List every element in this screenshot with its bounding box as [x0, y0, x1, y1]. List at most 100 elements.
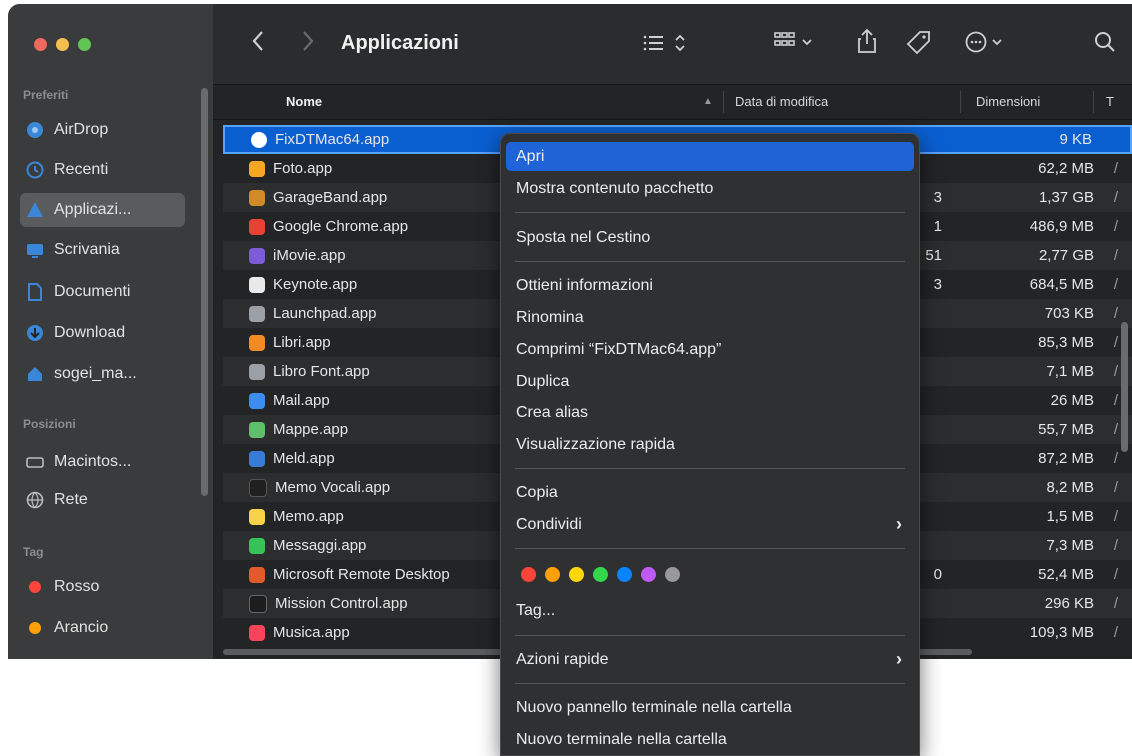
tag-red-dot[interactable] — [521, 567, 536, 582]
column-header-date[interactable]: Data di modifica — [735, 94, 828, 109]
menu-item-get-info[interactable]: Ottieni informazioni — [506, 271, 914, 300]
tag-button[interactable] — [906, 30, 932, 60]
chevron-right-icon: › — [896, 649, 902, 669]
group-view-button[interactable] — [773, 30, 821, 60]
chevron-right-icon — [303, 31, 314, 51]
music-app-icon — [249, 624, 265, 641]
menu-item-label: Condividi — [516, 515, 582, 533]
sidebar-item-macintosh[interactable]: Macintos... — [20, 445, 185, 479]
window-controls — [34, 38, 91, 51]
orange-tag-dot-icon — [26, 619, 44, 637]
file-kind-truncated: / — [1113, 450, 1118, 467]
toolbar: Applicazioni — [213, 4, 1132, 85]
menu-item-tags[interactable]: Tag... — [506, 596, 914, 625]
menu-item-compress[interactable]: Comprimi “FixDTMac64.app” — [506, 335, 914, 364]
books-app-icon — [249, 334, 265, 351]
sidebar-item-label: Arancio — [54, 619, 109, 636]
column-divider[interactable] — [723, 91, 724, 113]
sidebar-item-home[interactable]: sogei_ma... — [20, 357, 185, 391]
file-size: 52,4 MB — [1038, 566, 1094, 583]
sidebar-item-tag-rosso[interactable]: Rosso — [20, 570, 185, 604]
search-button[interactable] — [1093, 30, 1117, 60]
sidebar-item-label: Applicazi... — [54, 201, 132, 218]
sidebar-item-label: AirDrop — [54, 121, 109, 138]
file-kind-truncated: / — [1113, 595, 1118, 612]
file-kind-truncated: / — [1113, 508, 1118, 525]
column-divider[interactable] — [1093, 91, 1094, 113]
tag-yellow-dot[interactable] — [569, 567, 584, 582]
chrome-app-icon — [249, 218, 265, 235]
sort-up-icon: ▲ — [703, 96, 713, 107]
sidebar-item-download[interactable]: Download — [20, 316, 185, 350]
document-icon — [26, 283, 44, 301]
sidebar-item-label: Recenti — [54, 161, 109, 178]
file-size: 87,2 MB — [1038, 450, 1094, 467]
maps-app-icon — [249, 421, 265, 438]
tag-purple-dot[interactable] — [641, 567, 656, 582]
file-date-fragment: 3 — [933, 276, 942, 293]
menu-item-share[interactable]: Condividi › — [506, 510, 914, 539]
file-size: 62,2 MB — [1038, 160, 1094, 177]
sidebar-item-tag-arancio[interactable]: Arancio — [20, 611, 185, 645]
tag-color-row — [521, 567, 680, 582]
menu-item-show-package-contents[interactable]: Mostra contenuto pacchetto — [506, 174, 914, 203]
forward-button[interactable] — [301, 30, 315, 58]
share-button[interactable] — [856, 28, 878, 60]
remote-desktop-app-icon — [249, 566, 265, 583]
sidebar-item-documenti[interactable]: Documenti — [20, 275, 185, 309]
menu-item-new-terminal[interactable]: Nuovo terminale nella cartella — [506, 725, 914, 754]
sidebar-item-rete[interactable]: Rete — [20, 483, 185, 517]
sidebar-item-scrivania[interactable]: Scrivania — [20, 233, 185, 267]
menu-item-open[interactable]: Apri — [506, 142, 914, 171]
list-view-button[interactable] — [643, 32, 691, 60]
menu-item-move-to-trash[interactable]: Sposta nel Cestino — [506, 223, 914, 252]
sidebar-item-airdrop[interactable]: AirDrop — [20, 113, 185, 147]
sidebar-scrollbar[interactable] — [201, 88, 208, 496]
apps-icon — [26, 201, 44, 219]
tag-gray-dot[interactable] — [665, 567, 680, 582]
column-header-name[interactable]: Nome — [286, 94, 322, 109]
voice-memos-app-icon — [249, 478, 267, 497]
file-kind-truncated: / — [1113, 479, 1118, 496]
imovie-app-icon — [249, 247, 265, 264]
menu-item-make-alias[interactable]: Crea alias — [506, 398, 914, 427]
file-size: 9 KB — [1059, 131, 1092, 148]
vertical-scrollbar[interactable] — [1121, 322, 1128, 452]
meld-app-icon — [249, 450, 265, 467]
file-size: 296 KB — [1044, 595, 1094, 612]
sidebar-item-recenti[interactable]: Recenti — [20, 153, 185, 187]
file-kind-truncated: / — [1113, 305, 1118, 322]
fixdt-app-icon — [251, 131, 267, 148]
tag-orange-dot[interactable] — [545, 567, 560, 582]
airdrop-icon — [26, 121, 44, 139]
file-kind-truncated: / — [1113, 421, 1118, 438]
zoom-window-button[interactable] — [78, 38, 91, 51]
column-header-row: Nome ▲ Data di modifica Dimensioni T — [213, 85, 1132, 120]
sidebar-item-applicazioni[interactable]: Applicazi... — [20, 193, 185, 227]
tag-blue-dot[interactable] — [617, 567, 632, 582]
menu-separator — [515, 683, 905, 684]
file-date-fragment: 51 — [925, 247, 942, 264]
sidebar-item-label: Rete — [54, 491, 88, 508]
tag-green-dot[interactable] — [593, 567, 608, 582]
back-button[interactable] — [251, 30, 265, 58]
file-size: 7,1 MB — [1046, 363, 1094, 380]
menu-item-rename[interactable]: Rinomina — [506, 303, 914, 332]
file-kind-truncated: / — [1113, 218, 1118, 235]
column-header-size[interactable]: Dimensioni — [976, 94, 1040, 109]
menu-item-new-terminal-tab[interactable]: Nuovo pannello terminale nella cartella — [506, 693, 914, 722]
minimize-window-button[interactable] — [56, 38, 69, 51]
more-actions-button[interactable] — [965, 30, 1009, 60]
menu-item-quick-look[interactable]: Visualizzazione rapida — [506, 430, 914, 459]
close-window-button[interactable] — [34, 38, 47, 51]
menu-separator — [515, 261, 905, 262]
sidebar-section-locations: Posizioni — [23, 417, 76, 431]
column-header-kind[interactable]: T — [1106, 94, 1114, 109]
menu-item-duplicate[interactable]: Duplica — [506, 367, 914, 396]
menu-item-label: Azioni rapide — [516, 650, 609, 668]
menu-separator — [515, 635, 905, 636]
menu-item-quick-actions[interactable]: Azioni rapide › — [506, 645, 914, 674]
column-divider[interactable] — [960, 91, 961, 113]
sidebar-item-label: Download — [54, 324, 126, 341]
menu-item-copy[interactable]: Copia — [506, 478, 914, 507]
